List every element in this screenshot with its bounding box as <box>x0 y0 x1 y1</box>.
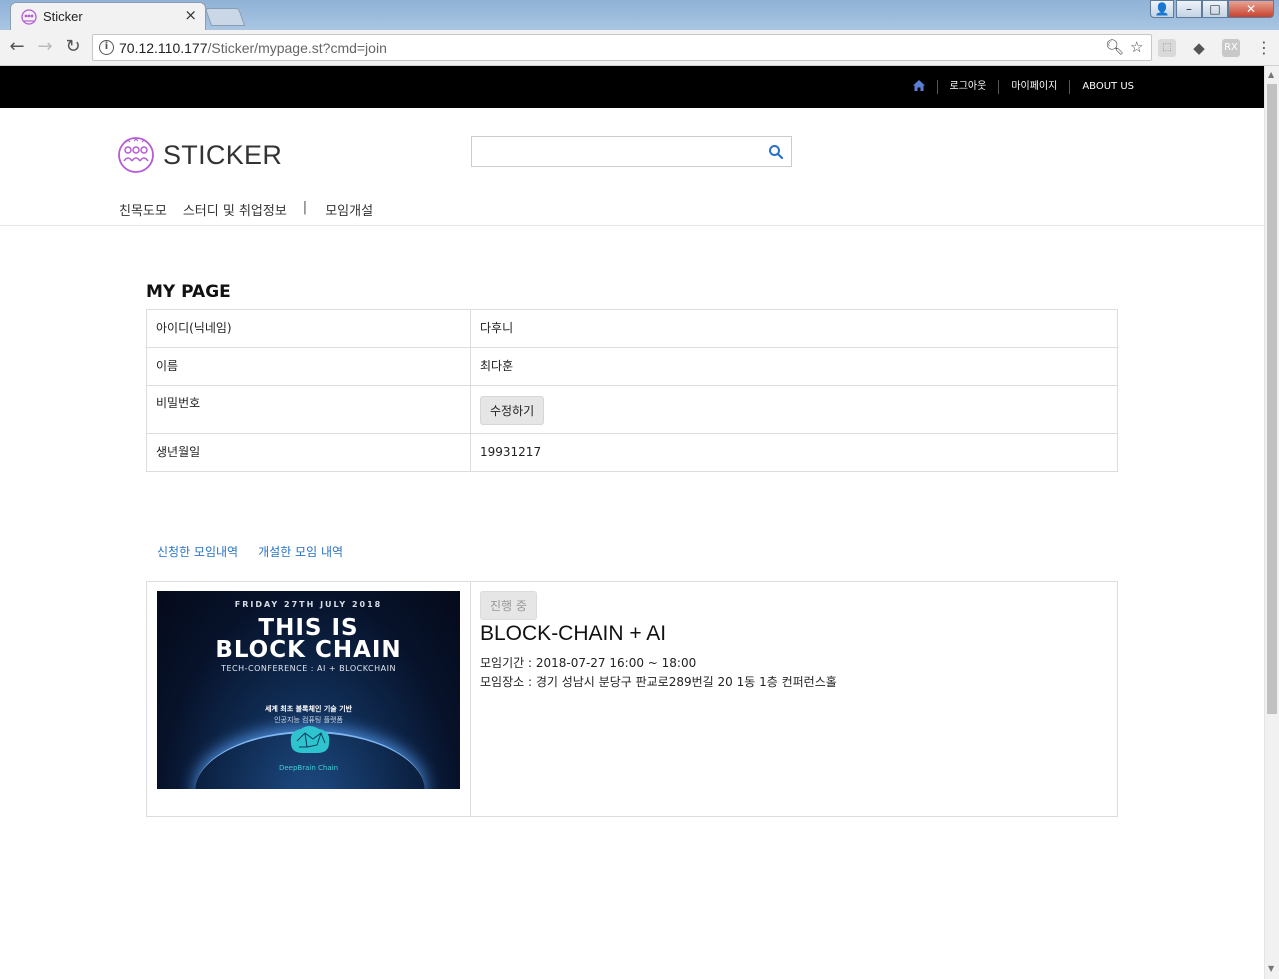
browser-menu-icon[interactable]: ⋮ <box>1256 38 1272 57</box>
poster-date: FRIDAY 27TH JULY 2018 <box>234 600 383 609</box>
table-row: 비밀번호 수정하기 <box>146 385 1118 434</box>
table-row: 이름 최다훈 <box>146 347 1118 386</box>
scroll-up-icon[interactable]: ▲ <box>1268 70 1274 79</box>
profile-table: 아이디(닉네임) 다후니 이름 최다훈 비밀번호 수정하기 생년월일 19931… <box>146 309 1118 472</box>
nav-study-jobs[interactable]: 스터디 및 취업정보 <box>183 200 287 219</box>
id-label: 아이디(닉네임) <box>146 309 471 348</box>
nav-create-meeting[interactable]: 모임개설 <box>325 200 373 219</box>
meeting-card: FRIDAY 27TH JULY 2018 THIS IS BLOCK CHAI… <box>146 581 1118 817</box>
nav-social[interactable]: 친목도모 <box>119 200 167 219</box>
extension-icon[interactable]: RX <box>1222 39 1240 57</box>
browser-toolbar: ← → ↻ i 70.12.110.177/Sticker/mypage.st?… <box>0 30 1279 66</box>
address-bar[interactable]: i 70.12.110.177/Sticker/mypage.st?cmd=jo… <box>92 34 1152 61</box>
search-icon[interactable] <box>767 143 785 161</box>
tab-close-icon[interactable]: × <box>184 6 197 24</box>
site-info-icon[interactable]: i <box>99 40 114 55</box>
close-window-button[interactable]: ✕ <box>1228 0 1274 18</box>
page-viewport: 로그아웃 마이페이지 ABOUT US STICKER 친목도모 스터디 및 취… <box>0 66 1264 979</box>
forward-arrow-icon[interactable]: → <box>34 36 56 58</box>
profile-icon[interactable]: 👤 <box>1150 0 1174 18</box>
password-cell: 수정하기 <box>470 385 1118 434</box>
poster-headline-line1: THIS IS <box>258 615 359 641</box>
zoom-search-icon[interactable]: 🔍︎ <box>1105 38 1124 56</box>
tab-applied-meetings[interactable]: 신청한 모임내역 <box>157 543 238 560</box>
evernote-extension-icon[interactable]: ◆ <box>1190 39 1208 57</box>
card-divider <box>470 582 471 816</box>
reload-icon[interactable]: ↻ <box>62 36 84 58</box>
birthdate-label: 생년월일 <box>146 433 471 472</box>
minimize-window-button[interactable]: – <box>1176 0 1202 18</box>
sticker-favicon-icon <box>21 9 37 25</box>
logout-link[interactable]: 로그아웃 <box>936 80 999 94</box>
poster-subtitle: TECH-CONFERENCE : AI + BLOCKCHAIN <box>221 664 396 673</box>
birthdate-value: 19931217 <box>470 433 1118 472</box>
browser-tabstrip: Sticker × 👤 – □ ✕ <box>0 0 1279 30</box>
meeting-period: 모임기간 : 2018-07-27 16:00 ~ 18:00 <box>480 656 697 670</box>
bookmark-star-icon[interactable]: ☆ <box>1130 38 1143 56</box>
password-label: 비밀번호 <box>146 385 471 434</box>
main-nav: 친목도모 스터디 및 취업정보 | 모임개설 <box>119 200 389 219</box>
search-box <box>471 136 792 167</box>
scroll-down-icon[interactable]: ▼ <box>1268 964 1274 973</box>
back-arrow-icon[interactable]: ← <box>6 36 28 58</box>
id-value: 다후니 <box>470 309 1118 348</box>
mypage-link[interactable]: 마이페이지 <box>998 80 1069 94</box>
home-icon[interactable] <box>901 80 937 94</box>
nav-separator: | <box>302 200 308 215</box>
about-us-link[interactable]: ABOUT US <box>1069 80 1146 94</box>
pdf-extension-icon[interactable]: ⬚ <box>1158 39 1176 57</box>
name-value: 최다훈 <box>470 347 1118 386</box>
url-path: /Sticker/mypage.st?cmd=join <box>207 40 387 56</box>
url-host: 70.12.110.177 <box>119 40 208 56</box>
logo-text: STICKER <box>163 139 283 170</box>
site-logo[interactable]: STICKER <box>117 136 282 174</box>
top-nav: 로그아웃 마이페이지 ABOUT US <box>901 66 1146 108</box>
table-row: 아이디(닉네임) 다후니 <box>146 309 1118 348</box>
new-tab-button[interactable] <box>204 8 246 26</box>
tab-created-meetings[interactable]: 개설한 모임 내역 <box>258 543 343 560</box>
page-scrollbar[interactable]: ▲ ▼ <box>1264 66 1279 979</box>
url-text[interactable]: 70.12.110.177/Sticker/mypage.st?cmd=join <box>119 40 387 56</box>
header-divider <box>0 225 1264 226</box>
status-badge: 진행 중 <box>480 591 537 620</box>
poster-korean-line1: 세계 최초 블록체인 기술 기반 <box>264 705 353 713</box>
edit-password-button[interactable]: 수정하기 <box>480 396 545 425</box>
poster-headline: THIS IS BLOCK CHAIN <box>157 615 460 663</box>
maximize-window-button[interactable]: □ <box>1202 0 1228 18</box>
search-input[interactable] <box>472 137 762 166</box>
top-bar: 로그아웃 마이페이지 ABOUT US <box>0 66 1264 108</box>
sticker-logo-icon <box>118 137 154 173</box>
name-label: 이름 <box>146 347 471 386</box>
history-tabs: 신청한 모임내역 개설한 모임 내역 <box>157 543 363 560</box>
poster-headline-line2: BLOCK CHAIN <box>215 637 402 663</box>
scrollbar-thumb[interactable] <box>1267 84 1277 714</box>
table-row: 생년월일 19931217 <box>146 433 1118 472</box>
meeting-poster-image[interactable]: FRIDAY 27TH JULY 2018 THIS IS BLOCK CHAI… <box>157 591 460 789</box>
meeting-title[interactable]: BLOCK-CHAIN + AI <box>480 622 666 646</box>
browser-tab-sticker[interactable]: Sticker × <box>10 2 206 30</box>
brain-network-icon <box>290 726 330 753</box>
meeting-place: 모임장소 : 경기 성남시 분당구 판교로289번길 20 1동 1층 컨퍼런스… <box>480 675 837 689</box>
tab-title: Sticker <box>43 9 83 24</box>
poster-brand: DeepBrain Chain <box>278 764 339 772</box>
page-title: MY PAGE <box>146 282 231 302</box>
